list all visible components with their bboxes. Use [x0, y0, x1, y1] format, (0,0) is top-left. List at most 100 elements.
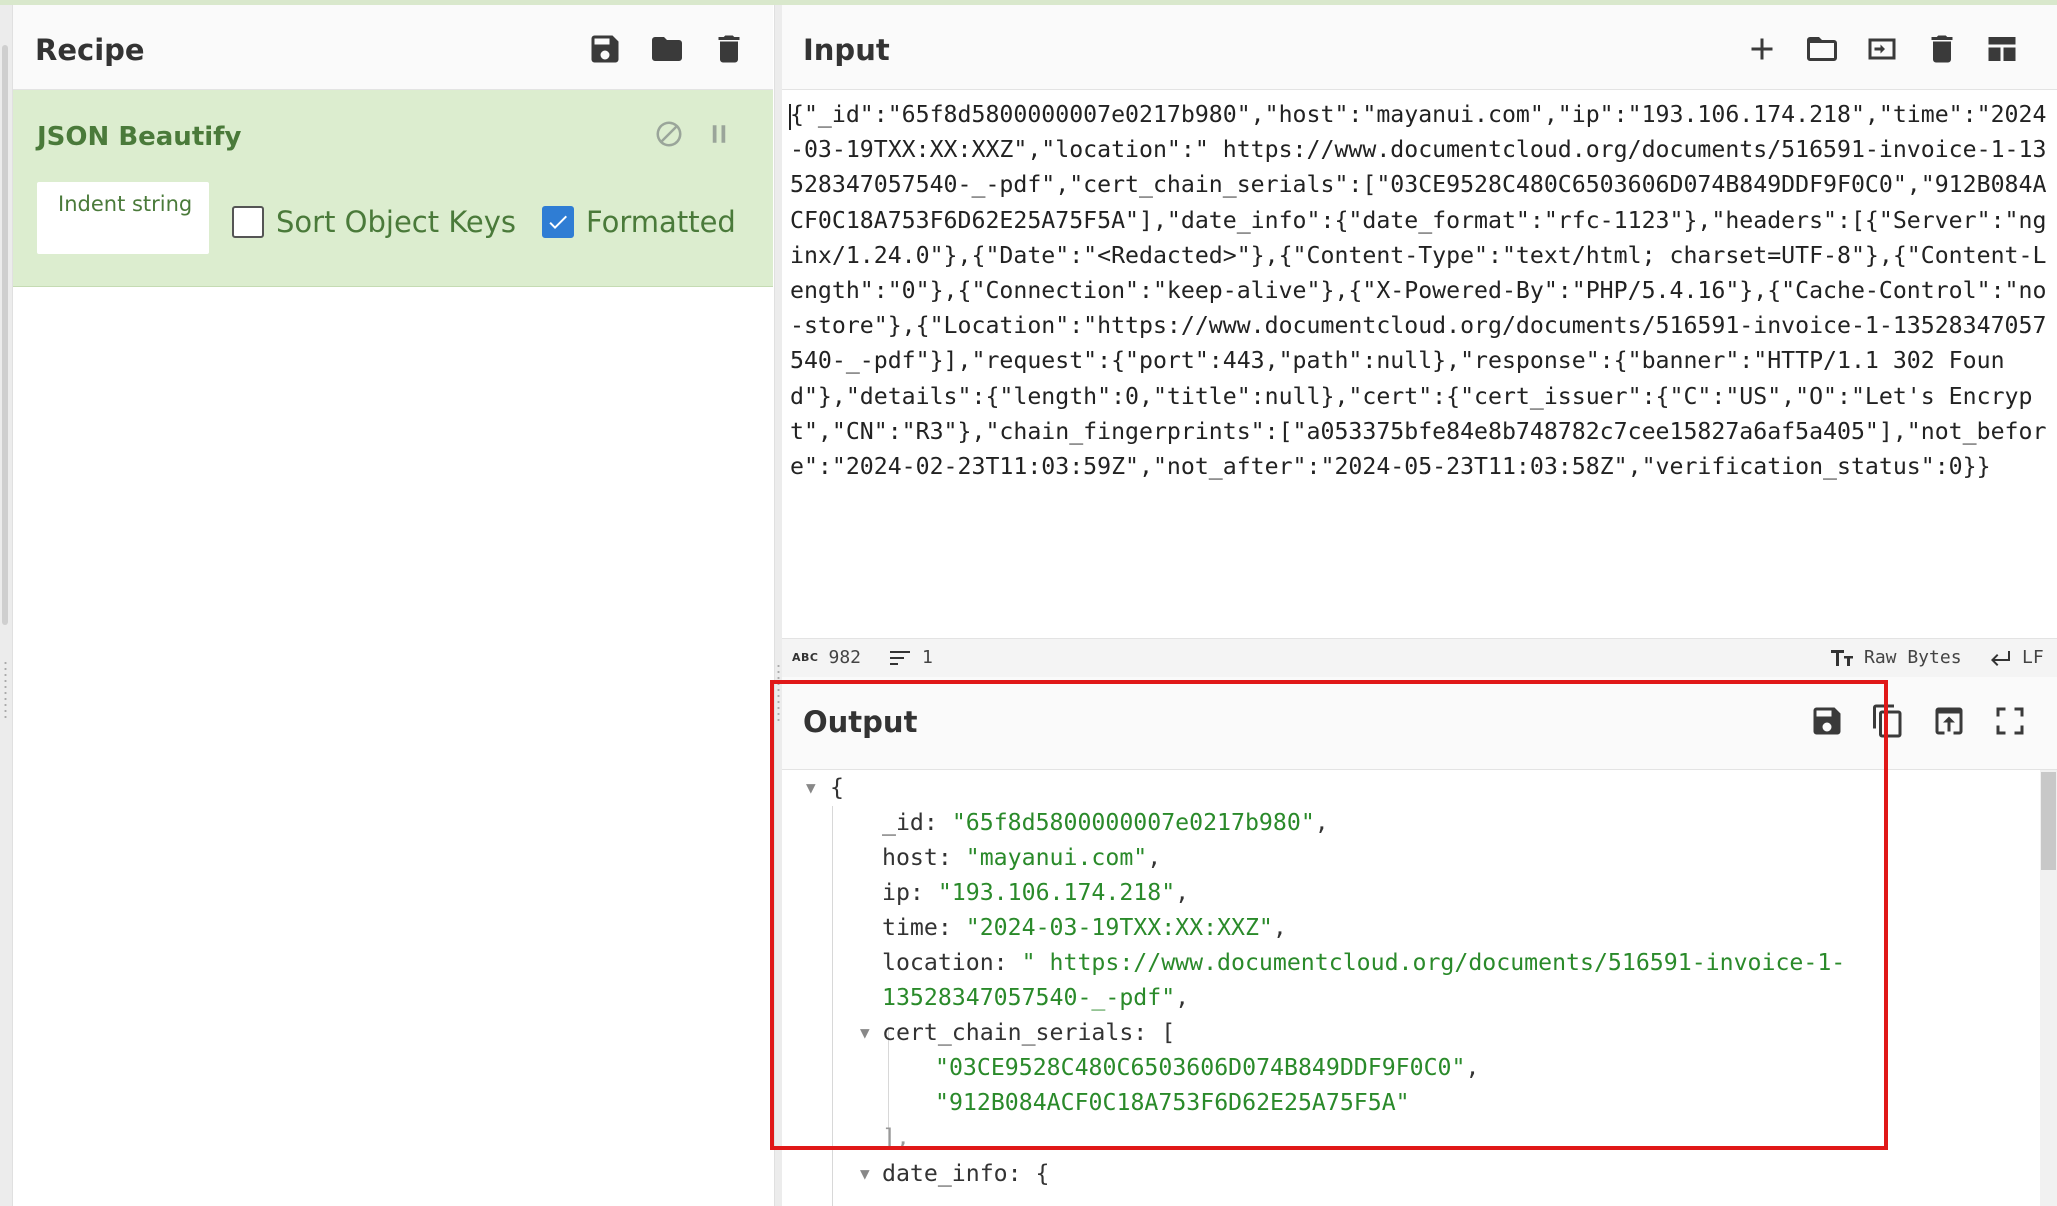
open-folder-button[interactable] [1862, 29, 1902, 69]
json-key: time: [882, 914, 966, 941]
checkbox-checked [542, 206, 574, 238]
collapse-toggle-date-info[interactable]: ▼ [860, 1164, 870, 1183]
json-comma: , [1147, 844, 1162, 871]
json-value: 13528347057540-_-pdf" [882, 984, 1176, 1011]
output-scrollbar-thumb[interactable] [2041, 772, 2056, 870]
divider-grip[interactable] [777, 663, 780, 723]
folder-open-icon [1807, 37, 1837, 61]
json-line-host: host: "mayanui.com", [882, 840, 1161, 875]
json-key: host: [882, 844, 966, 871]
input-pane: Input {"_id":"65f8d5800000007e0217b980",… [782, 5, 2057, 672]
pause-icon [712, 125, 726, 143]
save-icon [591, 35, 619, 63]
trash-icon [718, 35, 740, 63]
breakpoint-button[interactable] [701, 116, 737, 152]
char-count: ABC 982 [792, 647, 861, 668]
encoding-selector[interactable]: Raw Bytes [1830, 647, 1962, 668]
json-comma: , [1175, 984, 1190, 1011]
output-pane: Output ▼ { _id: "65f8d5800000007e0217b98… [782, 677, 2057, 1206]
json-value: "193.106.174.218" [937, 879, 1176, 906]
json-line-serials: cert_chain_serials: [ [882, 1019, 1176, 1046]
json-line-serial-1: "03CE9528C480C6503606D074B849DDF9F0C0", [935, 1050, 1479, 1085]
checkbox-unchecked [232, 206, 264, 238]
add-input-tab-button[interactable] [1742, 29, 1782, 69]
lines-icon [890, 650, 910, 665]
json-line-date-info: date_info: { [882, 1160, 1050, 1187]
json-value: "65f8d5800000007e0217b980" [951, 809, 1315, 836]
indent-string-field[interactable]: Indent string [37, 182, 209, 254]
formatted-checkbox[interactable]: Formatted [542, 205, 736, 239]
json-value: "03CE9528C480C6503606D074B849DDF9F0C0" [935, 1054, 1466, 1081]
recipe-header: Recipe [13, 5, 773, 90]
copy-icon [1873, 704, 1902, 738]
json-line-ip: ip: "193.106.174.218", [882, 875, 1189, 910]
json-comma: , [1314, 809, 1329, 836]
save-icon [1813, 707, 1841, 735]
clear-recipe-button[interactable] [709, 29, 749, 69]
left-resize-handle[interactable] [4, 660, 7, 720]
abc-icon: ABC [792, 651, 819, 664]
open-file-button[interactable] [1802, 29, 1842, 69]
save-recipe-button[interactable] [585, 29, 625, 69]
text-size-icon [1831, 649, 1853, 666]
input-textarea[interactable]: {"_id":"65f8d5800000007e0217b980","host"… [790, 97, 2052, 484]
input-header: Input [782, 5, 2057, 90]
replace-input-button[interactable] [1929, 701, 1969, 741]
recipe-title: Recipe [35, 33, 145, 67]
json-key: _id: [882, 809, 952, 836]
json-value: " https://www.documentcloud.org/document… [1021, 949, 1846, 976]
left-panel-edge [0, 5, 13, 1206]
json-line-location: location: " https://www.documentcloud.or… [882, 945, 1845, 980]
copy-output-button[interactable] [1868, 701, 1908, 741]
reset-layout-button[interactable] [1982, 29, 2022, 69]
load-recipe-button[interactable] [647, 29, 687, 69]
indent-guide [832, 806, 833, 1206]
json-value: "912B084ACF0C18A753F6D62E25A75F5A" [935, 1089, 1410, 1116]
checkmark-icon [549, 215, 567, 229]
output-title: Output [803, 705, 918, 739]
operation-json-beautify[interactable]: JSON Beautify Indent string Sort Object … [13, 90, 773, 287]
json-line-serials-close: ], [882, 1124, 910, 1151]
output-scrollbar[interactable] [2040, 770, 2057, 1206]
left-scrollbar[interactable] [2, 45, 8, 625]
json-comma: , [1175, 879, 1190, 906]
input-title: Input [803, 33, 890, 67]
disable-operation-button[interactable] [651, 116, 687, 152]
sort-object-keys-checkbox[interactable]: Sort Object Keys [232, 205, 516, 239]
json-value: "mayanui.com" [965, 844, 1148, 871]
json-open-brace: { [830, 774, 844, 801]
plus-icon [1751, 38, 1773, 60]
maximise-output-button[interactable] [1990, 701, 2030, 741]
json-line-time: time: "2024-03-19TXX:XX:XXZ", [882, 910, 1287, 945]
eol-value: LF [2022, 647, 2044, 668]
output-header: Output [782, 677, 2057, 770]
collapse-toggle-root[interactable]: ▼ [806, 778, 816, 797]
input-status-bar: ABC 982 1 Raw Bytes LF [782, 638, 2057, 678]
json-comma: , [1272, 914, 1287, 941]
indent-string-label: Indent string [58, 192, 193, 216]
json-value: "2024-03-19TXX:XX:XXZ" [965, 914, 1273, 941]
json-line-id: _id: "65f8d5800000007e0217b980", [882, 805, 1329, 840]
maximise-icon [1996, 707, 2024, 735]
json-comma: , [1465, 1054, 1480, 1081]
sort-object-keys-label: Sort Object Keys [276, 205, 517, 239]
return-icon [1991, 650, 2010, 666]
import-icon [1868, 38, 1896, 60]
folder-icon [652, 37, 682, 61]
formatted-label: Formatted [586, 205, 736, 239]
collapse-toggle-serials[interactable]: ▼ [860, 1023, 870, 1042]
json-line-serial-2: "912B084ACF0C18A753F6D62E25A75F5A" [935, 1085, 1410, 1120]
encoding-value: Raw Bytes [1864, 647, 1962, 668]
trash-icon [1931, 35, 1953, 63]
char-count-value: 982 [828, 647, 861, 668]
output-json-tree[interactable]: ▼ { _id: "65f8d5800000007e0217b980", hos… [782, 770, 2057, 1206]
replace-input-icon [1935, 707, 1963, 735]
layout-icon [1988, 37, 2016, 61]
disable-icon [656, 121, 682, 147]
clear-input-button[interactable] [1922, 29, 1962, 69]
operation-title: JSON Beautify [37, 122, 242, 152]
eol-selector[interactable]: LF [1988, 647, 2044, 668]
line-count-value: 1 [922, 647, 933, 668]
json-key: ip: [882, 879, 938, 906]
save-output-button[interactable] [1807, 701, 1847, 741]
